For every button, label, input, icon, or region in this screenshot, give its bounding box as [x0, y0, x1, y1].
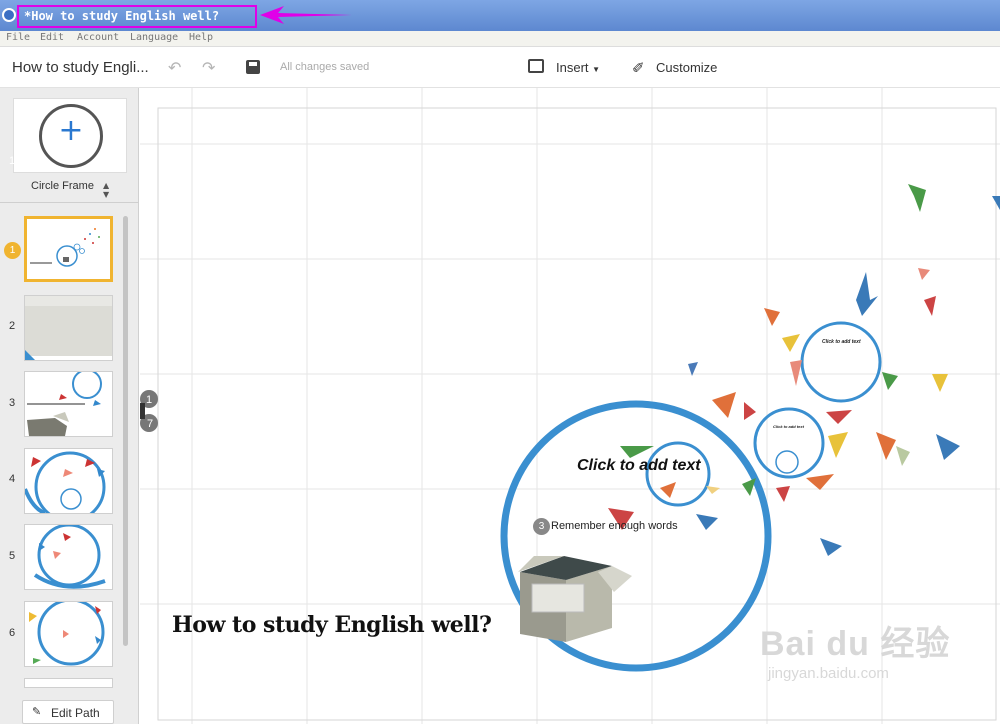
canvas-title[interactable]: How to study English well?	[172, 612, 492, 638]
baidu-watermark: Bai du 经验 jingyan.baidu.com	[760, 616, 950, 682]
circle-frame-top	[800, 321, 882, 403]
handle-number-1: 1	[146, 394, 152, 406]
watermark-main: Bai du 经验	[760, 625, 951, 663]
small-circle-title-middle[interactable]: Click to add text	[773, 424, 804, 429]
circle-frame-middle	[753, 407, 825, 479]
canvas-handle-icon[interactable]: 1 7	[140, 389, 158, 434]
box-illustration	[518, 556, 632, 642]
step-3-text[interactable]: Remember enough words	[551, 520, 678, 532]
circle-frame-tiny	[775, 450, 799, 474]
step-3-badge: 3	[533, 518, 550, 535]
handle-number-7: 7	[147, 418, 153, 430]
main-circle-text[interactable]: Click to add text	[577, 457, 701, 475]
watermark-sub: jingyan.baidu.com	[768, 665, 889, 682]
small-circle-title-top[interactable]: Click to add text	[822, 339, 861, 345]
